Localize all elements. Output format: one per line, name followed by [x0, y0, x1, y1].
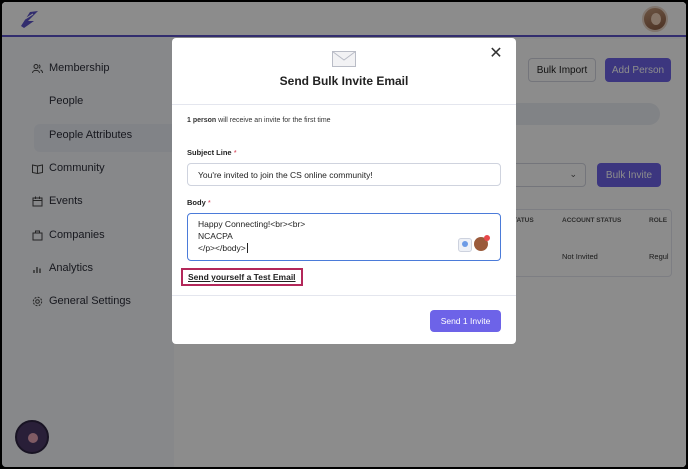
- subject-label: Subject Line *: [187, 148, 237, 157]
- emoji-assistant-icon[interactable]: [474, 235, 490, 251]
- text-cursor: [246, 243, 248, 253]
- invite-notice-text: will receive an invite for the first tim…: [216, 117, 331, 124]
- subject-label-text: Subject Line: [187, 148, 232, 157]
- close-button[interactable]: ✕: [488, 46, 504, 62]
- required-mark: *: [207, 198, 211, 207]
- app-window: Membership People People Attributes Comm…: [2, 2, 686, 467]
- subject-value: You're invited to join the CS online com…: [198, 170, 373, 180]
- invite-count: 1 person: [187, 117, 217, 124]
- footer-divider: [172, 295, 516, 296]
- send-invite-button[interactable]: Send 1 Invite: [430, 310, 501, 332]
- invite-notice: 1 person will receive an invite for the …: [187, 117, 331, 124]
- envelope-icon: [332, 51, 356, 67]
- body-line: </p></body>: [198, 243, 248, 253]
- subject-field[interactable]: You're invited to join the CS online com…: [187, 163, 501, 186]
- send-test-email-link[interactable]: Send yourself a Test Email: [181, 268, 303, 286]
- body-line: NCACPA: [198, 231, 233, 241]
- bulk-invite-modal: ✕ Send Bulk Invite Email 1 person will r…: [172, 38, 516, 344]
- modal-title: Send Bulk Invite Email: [279, 74, 409, 88]
- required-mark: *: [233, 148, 237, 157]
- body-textarea[interactable]: Happy Connecting!<br><br> NCACPA </p></b…: [187, 213, 501, 261]
- body-label: Body *: [187, 198, 211, 207]
- header-divider: [172, 104, 516, 105]
- grammar-assistant-icon[interactable]: [458, 238, 472, 252]
- body-line: Happy Connecting!<br><br>: [198, 219, 306, 229]
- body-label-text: Body: [187, 198, 206, 207]
